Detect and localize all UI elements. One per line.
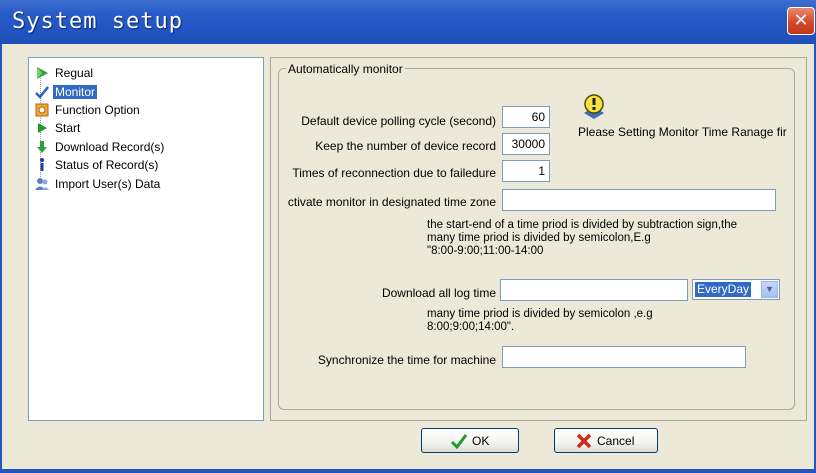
tree-item-label: Download Record(s): [55, 140, 165, 154]
activate-label: ctivate monitor in designated time zone: [287, 195, 496, 209]
system-setup-window: System setup ✕ Regual Monitor Function O…: [0, 0, 816, 473]
tree-item-label: Regual: [55, 66, 94, 80]
green-play-arrow-icon: [34, 65, 50, 81]
sync-label: Synchronize the time for machine: [317, 353, 496, 367]
tree-item-import-users[interactable]: Import User(s) Data: [34, 176, 162, 192]
download-arrow-icon: [34, 139, 50, 155]
download-log-time-input[interactable]: [500, 279, 688, 301]
sync-time-input[interactable]: [502, 346, 746, 368]
group-title: Automatically monitor: [286, 62, 405, 76]
tree-item-label: Import User(s) Data: [55, 177, 161, 191]
tree-item-label: Monitor: [53, 85, 98, 99]
tree-item-monitor[interactable]: Monitor: [34, 84, 98, 100]
record-count-input[interactable]: [502, 133, 550, 155]
users-icon: [34, 176, 50, 192]
reconnect-times-input[interactable]: [502, 160, 550, 182]
tree-item-regual[interactable]: Regual: [34, 65, 95, 81]
tree-item-download-records[interactable]: Download Record(s): [34, 139, 166, 155]
download-note-line-1: many time priod is divided by semicolon …: [427, 308, 653, 320]
cancel-button[interactable]: Cancel: [554, 428, 658, 453]
activate-note-line-3: "8:00-9:00;11:00-14:00: [427, 245, 544, 257]
tree-item-label: Function Option: [55, 103, 140, 117]
chevron-down-icon: ▼: [765, 284, 774, 294]
activate-note-line-2: many time priod is divided by semicolon,…: [427, 232, 651, 244]
select-value: EveryDay: [695, 282, 752, 297]
polling-label: Default device polling cycle (second): [301, 114, 496, 128]
dropdown-button[interactable]: ▼: [761, 281, 778, 298]
download-note-line-2: 8:00;9:00;14:00".: [427, 321, 515, 333]
play-icon: [34, 120, 50, 136]
gear-box-icon: [34, 102, 50, 118]
tree-item-start[interactable]: Start: [34, 120, 82, 136]
cancel-label: Cancel: [597, 434, 635, 448]
checkmark-icon: [450, 432, 468, 450]
tree-item-function-option[interactable]: Function Option: [34, 102, 142, 118]
record-label: Keep the number of device record: [315, 139, 496, 153]
tree-item-status-of-records[interactable]: Status of Record(s): [34, 157, 160, 173]
title-bar[interactable]: System setup ✕: [0, 0, 816, 44]
window-title: System setup: [12, 9, 183, 34]
download-frequency-select[interactable]: EveryDay ▼: [692, 279, 780, 300]
activate-note-line-1: the start-end of a time priod is divided…: [427, 219, 738, 231]
polling-cycle-input[interactable]: [502, 106, 550, 128]
close-icon: ✕: [793, 10, 809, 31]
ok-label: OK: [472, 434, 490, 448]
tree-item-label: Status of Record(s): [55, 158, 159, 172]
tree-item-label: Start: [55, 121, 81, 135]
reconnect-label: Times of reconnection due to failedure: [292, 166, 496, 180]
info-icon: [34, 157, 50, 173]
red-x-icon: [575, 432, 593, 450]
warning-icon: [580, 93, 608, 121]
download-label: Download all log time: [381, 286, 496, 300]
warning-message: Please Setting Monitor Time Ranage fir: [578, 125, 787, 139]
checkmark-icon: [34, 84, 50, 100]
activate-time-zone-input[interactable]: [502, 189, 776, 211]
close-button[interactable]: ✕: [787, 7, 815, 35]
ok-button[interactable]: OK: [421, 428, 519, 453]
